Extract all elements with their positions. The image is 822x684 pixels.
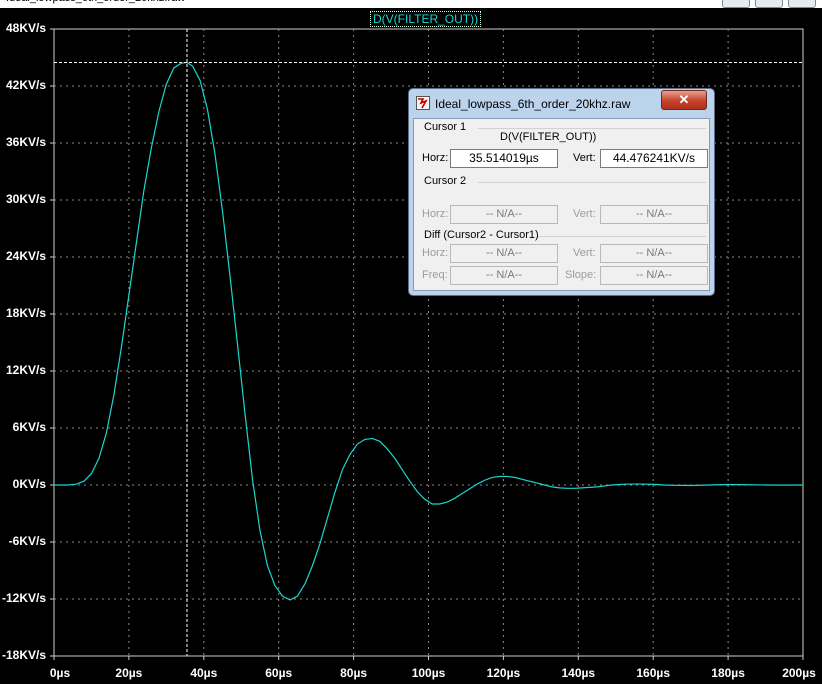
diff-vert-label: Vert:: [573, 247, 596, 259]
x-tick-label: 0µs: [49, 666, 71, 680]
cursor2-horz-field: -- N/A--: [450, 205, 558, 224]
cursor1-horz-field[interactable]: 35.514019µs: [450, 149, 558, 168]
cursor1-horz-label: Horz:: [422, 152, 449, 164]
y-tick-label: 42KV/s: [5, 78, 46, 92]
cursor2-vert-field: -- N/A--: [600, 205, 708, 224]
y-tick-label: 30KV/s: [5, 192, 46, 206]
separator: [478, 182, 706, 183]
cursor1-vert-field[interactable]: 44.476241KV/s: [600, 149, 708, 168]
dialog-title: Ideal_lowpass_6th_order_20khz.raw: [435, 97, 631, 111]
cursor1-trace-name: D(V(FILTER_OUT)): [500, 131, 597, 143]
trace-label[interactable]: D(V(FILTER_OUT)): [370, 11, 482, 27]
y-tick-label: 36KV/s: [5, 135, 46, 149]
y-tick-label: -18KV/s: [1, 648, 46, 662]
cursor2-vert-label: Vert:: [573, 208, 596, 220]
y-tick-label: 6KV/s: [12, 420, 46, 434]
y-tick-label: -6KV/s: [8, 534, 46, 548]
x-tick-label: 160µs: [636, 666, 670, 680]
cursor1-group-title: Cursor 1: [424, 121, 467, 133]
x-tick-label: 120µs: [486, 666, 521, 680]
x-tick-label: 40µs: [190, 666, 218, 680]
y-tick-label: 48KV/s: [5, 21, 46, 35]
y-tick-label: 18KV/s: [5, 306, 46, 320]
y-tick-label: 12KV/s: [5, 363, 46, 377]
x-tick-label: 140µs: [561, 666, 596, 680]
y-tick-label: -12KV/s: [1, 591, 46, 605]
cursor2-group-title: Cursor 2: [424, 175, 467, 187]
diff-group-title: Diff (Cursor2 - Cursor1): [424, 229, 539, 241]
x-tick-label: 60µs: [265, 666, 293, 680]
separator: [538, 236, 706, 237]
diff-freq-field: -- N/A--: [450, 266, 558, 285]
diff-freq-label: Freq:: [422, 269, 448, 281]
x-tick-label: 180µs: [711, 666, 745, 680]
x-tick-label: 20µs: [115, 666, 143, 680]
x-tick-label: 80µs: [340, 666, 368, 680]
x-tick-label: 100µs: [411, 666, 446, 680]
diff-horz-field: -- N/A--: [450, 244, 558, 263]
y-tick-label: 0KV/s: [12, 477, 46, 491]
dialog-close-button[interactable]: ✕: [661, 90, 707, 110]
y-tick-label: 24KV/s: [5, 249, 46, 263]
diff-vert-field: -- N/A--: [600, 244, 708, 263]
separator: [478, 128, 706, 129]
cursor-dialog[interactable]: Ideal_lowpass_6th_order_20khz.raw ✕ Curs…: [408, 88, 715, 296]
diff-horz-label: Horz:: [422, 247, 449, 259]
cursor2-horz-label: Horz:: [422, 208, 449, 220]
cursor1-vert-label: Vert:: [573, 152, 596, 164]
diff-slope-label: Slope:: [565, 269, 597, 281]
diff-slope-field: -- N/A--: [600, 266, 708, 285]
x-tick-label: 200µs: [782, 666, 816, 680]
waveform-app-icon: [416, 96, 430, 110]
dialog-body: Cursor 1 D(V(FILTER_OUT)) Horz: 35.51401…: [413, 118, 710, 291]
